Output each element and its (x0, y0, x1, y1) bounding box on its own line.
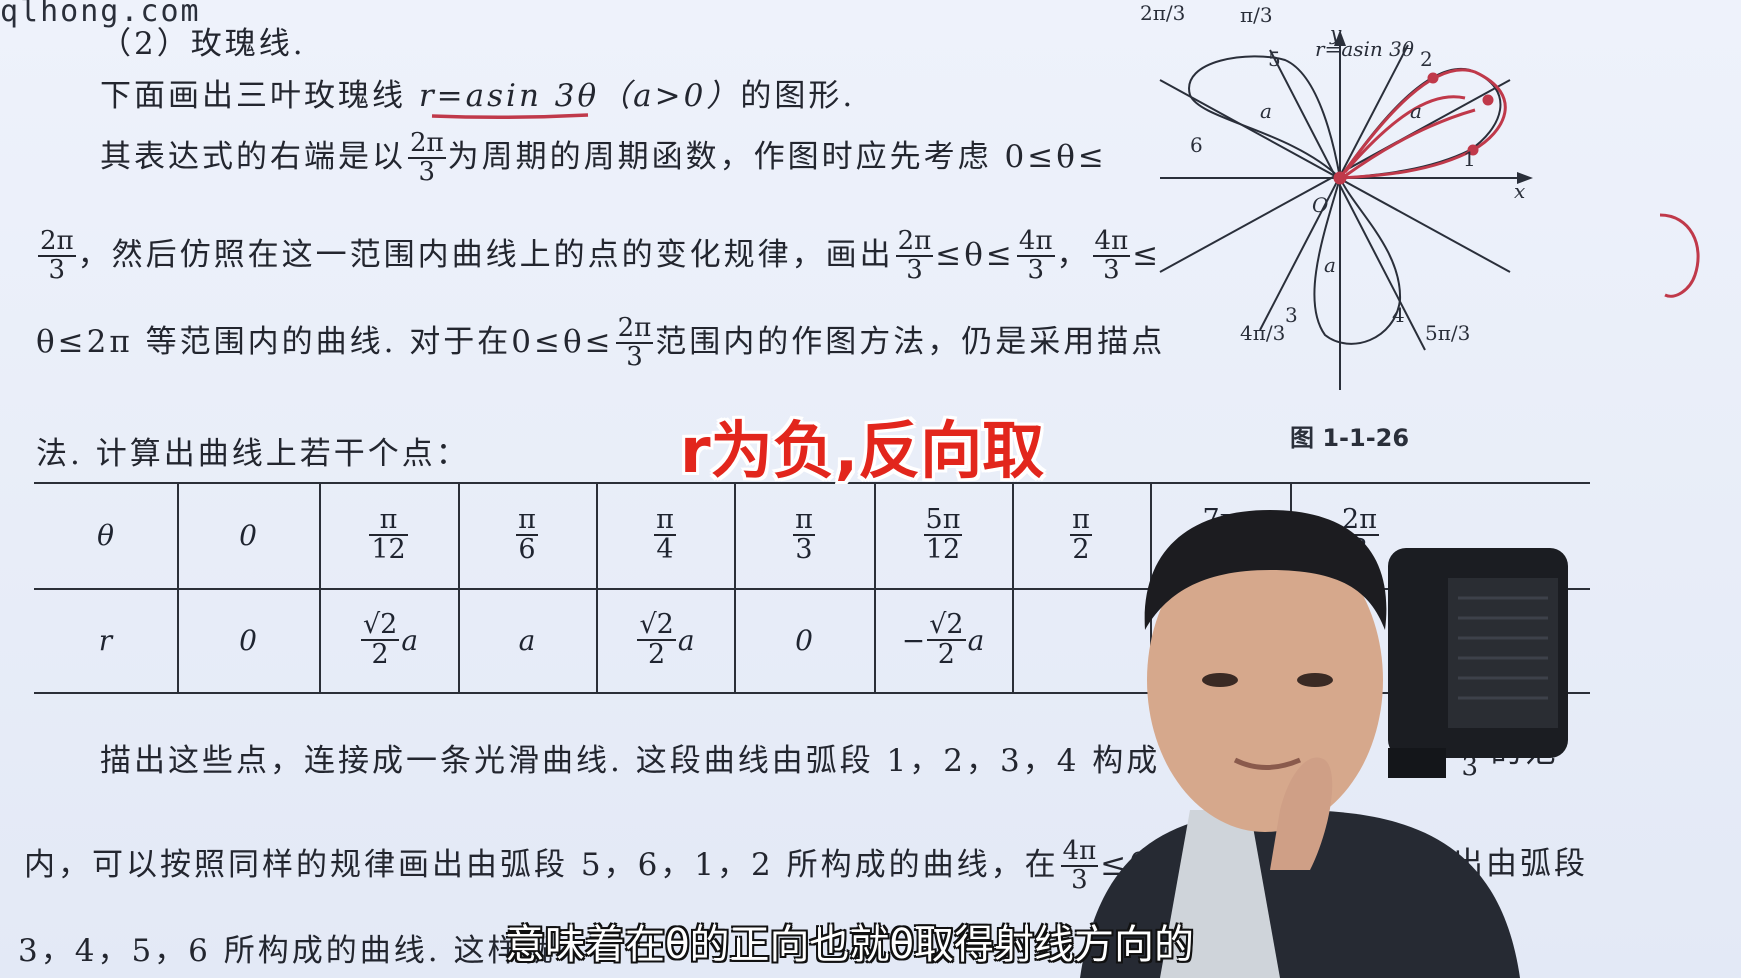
label-a-bottom: a (1324, 253, 1336, 277)
range-line: 2π 3 ，然后仿照在这一范围内曲线上的点的变化规律，画出 2π 3 ≤θ≤ 4π 3， 4π 3… (36, 226, 1161, 286)
range-comma: ， (1056, 236, 1091, 273)
theta-cell: π3 (793, 503, 815, 565)
theta-cell: 0 (239, 518, 257, 552)
arc-line: 内，可以按照同样的规律画出由弧段 5，6，1，2 所构成的曲线，在4π3≤θ≤2… (24, 837, 1585, 895)
fraction-2pi-3: 2π 3 (615, 313, 654, 373)
section-heading: （2）玫瑰线. (100, 26, 306, 62)
fraction-2pi-3: 2π 3 (895, 226, 934, 286)
label-5pi-3: 5π/3 (1425, 321, 1470, 345)
theta-cell: π 12 (369, 503, 408, 565)
arc-label-5: 5 (1268, 47, 1281, 71)
range-text-a: ，然后仿照在这一范围内曲线上的点的变化规律，画出 (77, 236, 894, 273)
arc-label-1: 1 (1463, 147, 1476, 171)
r-cell: 0 (239, 623, 257, 657)
camera-device (1388, 548, 1568, 778)
petals (1188, 55, 1502, 345)
rose-curve-figure: 2π/3 π/3 y x O r=asin 3θ a a a 1 2 3 4 5… (1140, 1, 1533, 390)
r-cell: a (518, 623, 536, 657)
red-underline (431, 113, 589, 120)
period-text-b: 为周期的周期函数，作图时应先考虑 0≤θ≤ (447, 138, 1107, 175)
label-x: x (1514, 179, 1525, 203)
method-text-a: θ≤2π 等范围内的曲线. 对于在0≤θ≤ (36, 323, 614, 360)
red-pen-mark (1659, 213, 1700, 298)
arc-label-6: 6 (1190, 133, 1203, 157)
red-pen-petal (1333, 68, 1507, 185)
range-text-b: ≤θ≤ (935, 236, 1015, 273)
figure-equation: r=asin 3θ (1315, 37, 1414, 61)
fraction-4pi-3: 4π3 (1016, 226, 1055, 286)
label-a-left: a (1260, 99, 1272, 123)
final-line: 3，4，5，6 所构成的曲线. 这样就 (18, 933, 556, 969)
theta-cell: 5π 12 (923, 503, 963, 565)
label-pi-3: π/3 (1240, 3, 1273, 27)
label-4pi-3: 4π/3 (1240, 321, 1285, 345)
period-text-a: 其表达式的右端是以 (100, 138, 406, 175)
video-subtitle: 意味着在θ的正向也就θ取得射线方向的 (505, 922, 1194, 968)
points-line: 法. 计算出曲线上若干个点： (36, 436, 470, 472)
r-cell: √2 2 a (637, 608, 695, 670)
method-text-b: 范围内的作图方法，仍是采用描点 (655, 323, 1166, 360)
arc-text-a: 内，可以按照同样的规律画出由弧段 5，6，1，2 所构成的曲线，在 (24, 846, 1059, 883)
rose-formula: r=asin 3θ（a>0） (418, 78, 741, 114)
lecture-slide: qlhong.com （2）玫瑰线. 下面画出三叶玫瑰线 r=asin 3θ（a… (0, 0, 1741, 978)
ray-pi-3 (1259, 44, 1409, 331)
theta-cell: π6 (516, 503, 538, 565)
overlay-title: r为负,反向取 (680, 414, 1045, 487)
label-a-right: a (1410, 99, 1422, 123)
fraction-2pi-3: 2π 3 (408, 128, 446, 188)
label-origin: O (1312, 193, 1328, 217)
intro-line: 下面画出三叶玫瑰线 r=asin 3θ（a>0）的图形. (100, 70, 855, 115)
arc-label-3: 3 (1285, 303, 1298, 327)
fraction-4pi-3: 4π3 (1092, 226, 1131, 286)
figure-caption: 图 1-1-26 (1290, 424, 1410, 452)
intro-text: 下面画出三叶玫瑰线 (100, 78, 419, 114)
r-header: r (98, 623, 113, 657)
arc-label-2: 2 (1420, 47, 1433, 71)
intro-text-end: 的图形. (740, 78, 856, 114)
r-cell: √2 2 a (360, 608, 419, 670)
theta-header: θ (97, 518, 114, 552)
theta-cell: π4 (654, 503, 676, 565)
method-line: θ≤2π 等范围内的曲线. 对于在0≤θ≤ 2π 3 范围内的作图方法，仍是采用描点 (36, 313, 1166, 373)
fraction-2pi-3: 2π 3 (38, 226, 76, 286)
arc-label-4: 4 (1392, 303, 1405, 327)
r-cell: 0 (795, 623, 813, 657)
label-2pi-3: 2π/3 (1140, 1, 1185, 25)
r-cell: − √2 2 a (901, 608, 985, 670)
period-line: 其表达式的右端是以 2π 3 为周期的周期函数，作图时应先考虑 0≤θ≤ (100, 128, 1107, 188)
